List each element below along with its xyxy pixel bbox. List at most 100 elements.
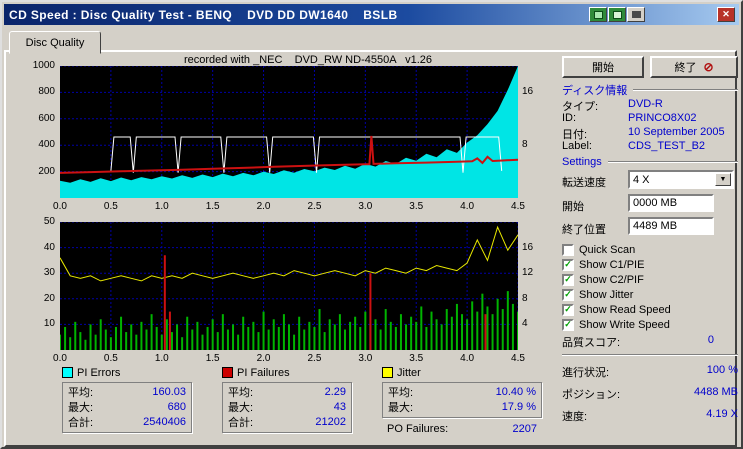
disc-info-header: ディスク情報 — [562, 82, 738, 98]
minimize-button[interactable] — [627, 7, 645, 22]
chart-svg — [59, 65, 519, 198]
disc-info-header-label: ディスク情報 — [562, 85, 628, 97]
checkbox-show-c1-pie[interactable]: ✓ — [562, 258, 574, 271]
checkbox-quick-scan[interactable] — [562, 243, 574, 256]
stat-value: 43 — [333, 400, 346, 413]
speed-label: 転送速度 — [562, 177, 606, 189]
stat-row: 最大: 680 — [63, 399, 191, 414]
axis-tick-label: 3.0 — [358, 353, 373, 364]
checkbox-show-read-speed[interactable]: ✓ — [562, 303, 574, 316]
titlebar-icon-button-2[interactable] — [608, 7, 626, 22]
axis-tick-label: 30 — [43, 267, 55, 279]
axis-tick-label: 3.5 — [409, 201, 424, 212]
info-label: ID: — [562, 112, 577, 124]
checkbox-row[interactable]: Quick Scan — [562, 242, 671, 257]
checkbox-show-c2-pif[interactable]: ✓ — [562, 273, 574, 286]
position-value: 4488 MB — [693, 386, 738, 398]
stop-button-label: 終了 — [674, 62, 697, 74]
info-label: Label: — [562, 140, 592, 152]
jitter-legend: Jitter — [382, 366, 421, 379]
stat-row: 平均: 2.29 — [223, 384, 351, 399]
stat-row: 平均: 160.03 — [63, 384, 191, 399]
divider — [562, 354, 738, 356]
axis-tick-label: 8 — [522, 292, 528, 304]
pi-failures-stats-box: 平均: 2.29 最大: 43 合計: 21202 — [222, 382, 352, 433]
axis-tick-label: 12 — [522, 267, 534, 279]
axis-tick-label: 1000 — [32, 60, 55, 71]
axis-tick-label: 4.5 — [511, 201, 525, 212]
checkbox-row[interactable]: ✓ Show Write Speed — [562, 317, 671, 332]
titlebar-button-cluster — [589, 7, 645, 22]
axis-tick-label: 800 — [38, 86, 55, 98]
disc-info-row-id: ID: PRINCO8X02 — [562, 112, 738, 124]
pi-failures-swatch — [222, 367, 233, 378]
chart-svg — [59, 221, 519, 350]
start-position-input[interactable] — [628, 194, 714, 212]
stat-label: 平均: — [228, 386, 254, 399]
axis-tick-label: 1.0 — [154, 353, 169, 364]
axis-tick-label: 20 — [43, 292, 55, 304]
axis-tick-label: 0.5 — [103, 353, 118, 364]
axis-tick-label: 3.0 — [358, 201, 373, 212]
start-button-label: 開始 — [592, 62, 614, 74]
chevron-down-icon[interactable]: ▼ — [715, 173, 731, 186]
close-icon: ✕ — [722, 9, 730, 19]
axis-tick-label: 600 — [38, 112, 55, 124]
stop-button[interactable]: 終了 ⊘ — [650, 56, 738, 78]
po-failures-value: 2207 — [512, 423, 537, 435]
axis-tick-label: 4.5 — [511, 353, 525, 364]
checkbox-label: Show C1/PIE — [579, 258, 645, 271]
checkbox-list: Quick Scan ✓ Show C1/PIE ✓ Show C2/PIF ✓ Show … — [562, 242, 671, 332]
checkbox-show-write-speed[interactable]: ✓ — [562, 318, 574, 331]
pi-errors-stats-box: 平均: 160.03 最大: 680 合計: 2540406 — [62, 382, 192, 433]
quality-score-value: 0 — [707, 334, 714, 346]
close-button[interactable]: ✕ — [717, 7, 735, 22]
start-button[interactable]: 開始 — [562, 56, 644, 78]
checkbox-label: Quick Scan — [579, 243, 636, 256]
tab-label: Disc Quality — [25, 36, 85, 49]
axis-tick-label: 16 — [522, 241, 534, 253]
axis-tick-label: 1.5 — [205, 353, 220, 364]
checkbox-row[interactable]: ✓ Show Read Speed — [562, 302, 671, 317]
checkbox-row[interactable]: ✓ Show Jitter — [562, 287, 671, 302]
axis-tick-label: 4.0 — [460, 353, 475, 364]
legend-label: PI Errors — [77, 366, 121, 379]
titlebar-icon-button-1[interactable] — [589, 7, 607, 22]
checkbox-show-jitter[interactable]: ✓ — [562, 288, 574, 301]
axis-tick-label: 10 — [43, 318, 55, 330]
axis-tick-label: 1.5 — [205, 201, 220, 212]
checkbox-row[interactable]: ✓ Show C1/PIE — [562, 257, 671, 272]
stat-row: 最大: 17.9 % — [383, 399, 541, 414]
stat-label: 合計: — [228, 416, 254, 429]
tab-disc-quality[interactable]: Disc Quality — [9, 31, 101, 54]
speed-row-label: 速度: — [562, 411, 588, 423]
end-position-input[interactable] — [628, 217, 714, 235]
info-value: CDS_TEST_B2 — [628, 140, 706, 152]
pi-errors-swatch — [62, 367, 73, 378]
stat-value: 2540406 — [143, 415, 186, 428]
green-icon — [612, 10, 622, 19]
stat-label: 最大: — [388, 401, 414, 414]
jitter-swatch — [382, 367, 393, 378]
pi-errors-chart: 200 400 600 800 1000 8 16 0.0 0.5 1.0 1.5 2.0 2.5 3.0… — [10, 60, 546, 218]
stat-value: 10.40 % — [495, 385, 536, 398]
chart-plot-area — [59, 65, 519, 198]
legend-label: Jitter — [397, 366, 421, 379]
stat-value: 17.9 % — [501, 400, 536, 413]
stat-value: 2.29 — [324, 385, 346, 398]
recorded-with-text: recorded with _NEC DVD_RW ND-4550A v1.26 — [184, 54, 433, 66]
speed-select[interactable]: 4 X ▼ — [628, 170, 734, 189]
pi-errors-legend: PI Errors — [62, 366, 120, 379]
axis-tick-label: 1.0 — [154, 201, 169, 212]
position-label: ポジション: — [562, 389, 621, 401]
start-position-label: 開始 — [562, 201, 584, 213]
divider — [633, 89, 738, 91]
checkbox-row[interactable]: ✓ Show C2/PIF — [562, 272, 671, 287]
stat-value: 160.03 — [152, 385, 186, 398]
position-row: ポジション: 4488 MB — [562, 386, 738, 402]
divider — [607, 161, 738, 163]
axis-tick-label: 2.5 — [307, 353, 322, 364]
axis-tick-label: 16 — [522, 86, 534, 98]
legend-label: PI Failures — [237, 366, 290, 379]
minimize-icon — [631, 11, 641, 18]
